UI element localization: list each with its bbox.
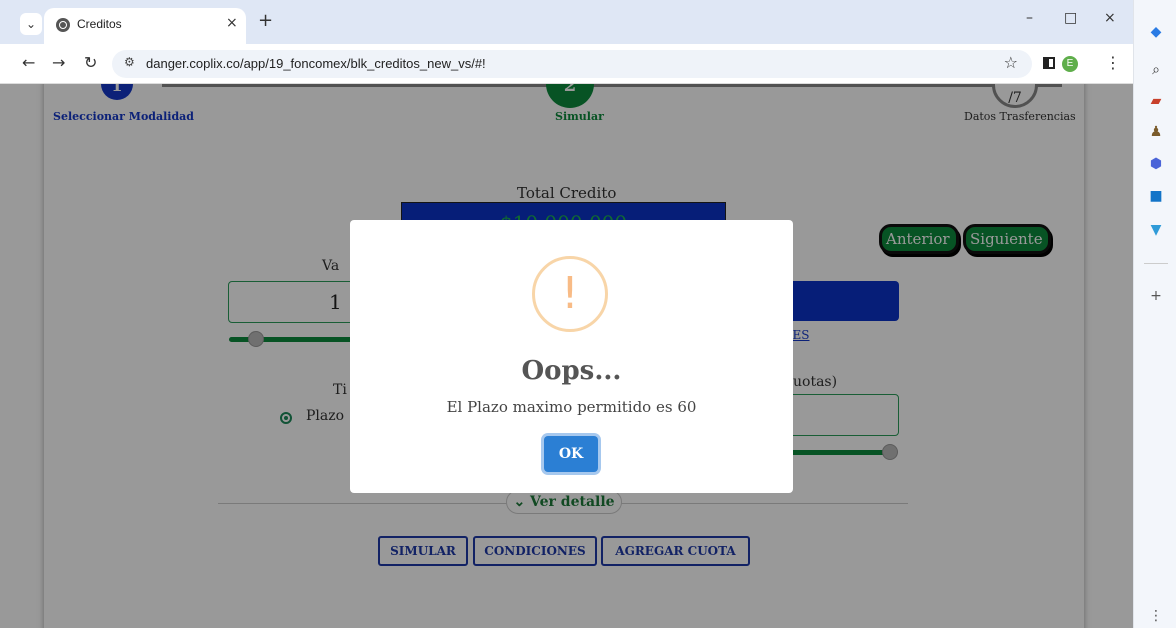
back-icon[interactable]: ← [22, 53, 35, 72]
address-bar[interactable]: ⚙ danger.coplix.co/app/19_foncomex/blk_c… [112, 50, 1032, 78]
ok-button[interactable]: OK [544, 436, 598, 472]
side-panel-icon[interactable] [1043, 57, 1055, 69]
minimize-button[interactable]: – [1026, 10, 1033, 26]
globe-icon [56, 18, 70, 32]
site-info-icon[interactable]: ⚙ [124, 55, 135, 69]
reload-icon[interactable]: ↻ [84, 53, 97, 72]
profile-avatar[interactable]: E [1062, 56, 1078, 72]
office-icon[interactable]: ⬢ [1148, 156, 1164, 172]
warning-icon: ! [532, 256, 608, 332]
sidebar-more-icon[interactable]: ⋮ [1148, 608, 1164, 624]
alert-dialog: ! Oops... El Plazo maximo permitido es 6… [350, 220, 793, 493]
add-icon[interactable]: + [1148, 288, 1164, 304]
edge-sidebar: ◆ ⌕ ▰ ♟ ⬢ ■ ▼ + ⋮ [1133, 0, 1176, 628]
drop-icon[interactable]: ▼ [1148, 222, 1164, 238]
search-icon[interactable]: ⌕ [1148, 62, 1164, 78]
close-window-button[interactable]: × [1104, 10, 1116, 26]
dialog-message: El Plazo maximo permitido es 60 [446, 398, 697, 416]
dialog-title: Oops... [521, 356, 622, 386]
tab-search-icon[interactable]: ⌄ [20, 13, 42, 35]
new-tab-button[interactable]: + [258, 10, 273, 31]
maximize-button[interactable]: □ [1064, 10, 1077, 26]
copilot-icon[interactable]: ◆ [1148, 24, 1164, 40]
tab-strip: ⌄ Creditos × + – □ × [0, 0, 1133, 44]
shopping-icon[interactable]: ▰ [1148, 93, 1164, 109]
tab-close-icon[interactable]: × [226, 15, 238, 31]
url-text: danger.coplix.co/app/19_foncomex/blk_cre… [146, 56, 486, 71]
tab-title: Creditos [77, 17, 122, 31]
games-icon[interactable]: ♟ [1148, 124, 1164, 140]
tab-creditos[interactable]: Creditos × [44, 8, 246, 44]
outlook-icon[interactable]: ■ [1148, 188, 1164, 204]
browser-toolbar: ← → ↻ ⚙ danger.coplix.co/app/19_foncomex… [0, 44, 1133, 84]
bookmark-star-icon[interactable]: ☆ [1004, 53, 1018, 72]
sidebar-divider [1144, 263, 1168, 264]
forward-icon[interactable]: → [52, 53, 65, 72]
menu-kebab-icon[interactable]: ⋮ [1105, 53, 1121, 72]
